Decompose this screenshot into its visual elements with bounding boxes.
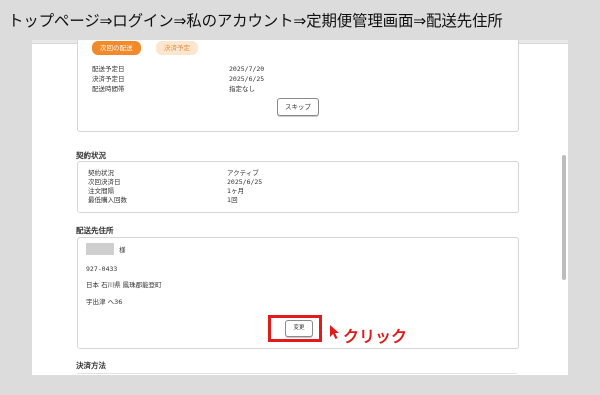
delivery-time-label: 配送時間帯: [92, 85, 125, 93]
delivery-date-label: 配送予定日: [92, 65, 125, 73]
scrollbar[interactable]: [562, 155, 566, 280]
postal-code: 927-0433: [86, 265, 118, 273]
min-purchase-value: 1回: [227, 196, 238, 204]
payment-date-label: 決済予定日: [92, 75, 125, 83]
cursor-pointer-icon: [330, 325, 339, 339]
contract-card: 契約状況 アクティブ 次回決済日 2025/6/25 注文間隔 1ヶ月 最低購入…: [77, 161, 519, 213]
contract-section-title: 契約状況: [76, 151, 106, 160]
next-delivery-badge: 次回の配送: [92, 41, 141, 55]
delivery-time-value: 指定なし: [229, 85, 255, 93]
screenshot-frame: 次回の配送 決済予定 配送予定日 2025/7/20 決済予定日 2025/6/…: [32, 40, 568, 375]
page-heading: トップページ⇒ログイン⇒私のアカウント⇒定期便管理画面⇒配送先住所: [8, 12, 503, 30]
address-line-1: 日本 石川県 鳳珠郡能登町: [86, 281, 162, 289]
recipient-name-redacted: [86, 243, 114, 255]
scheduled-payment-badge: 決済予定: [156, 41, 198, 55]
delivery-date-value: 2025/7/20: [229, 65, 265, 73]
min-purchase-label: 最低購入回数: [88, 196, 127, 204]
payment-section-title: 決済方法: [76, 361, 106, 370]
click-highlight-box: [268, 315, 322, 342]
payment-date-value: 2025/6/25: [229, 75, 265, 83]
payment-card-top: [77, 373, 517, 374]
address-line-2: 宇出津 へ36: [86, 298, 123, 306]
recipient-honorific: 様: [119, 246, 126, 254]
click-annotation-label: クリック: [343, 327, 408, 346]
skip-button[interactable]: スキップ: [277, 98, 319, 116]
next-delivery-card: 次回の配送 決済予定 配送予定日 2025/7/20 決済予定日 2025/6/…: [77, 40, 519, 132]
address-section-title: 配送先住所: [76, 226, 114, 235]
